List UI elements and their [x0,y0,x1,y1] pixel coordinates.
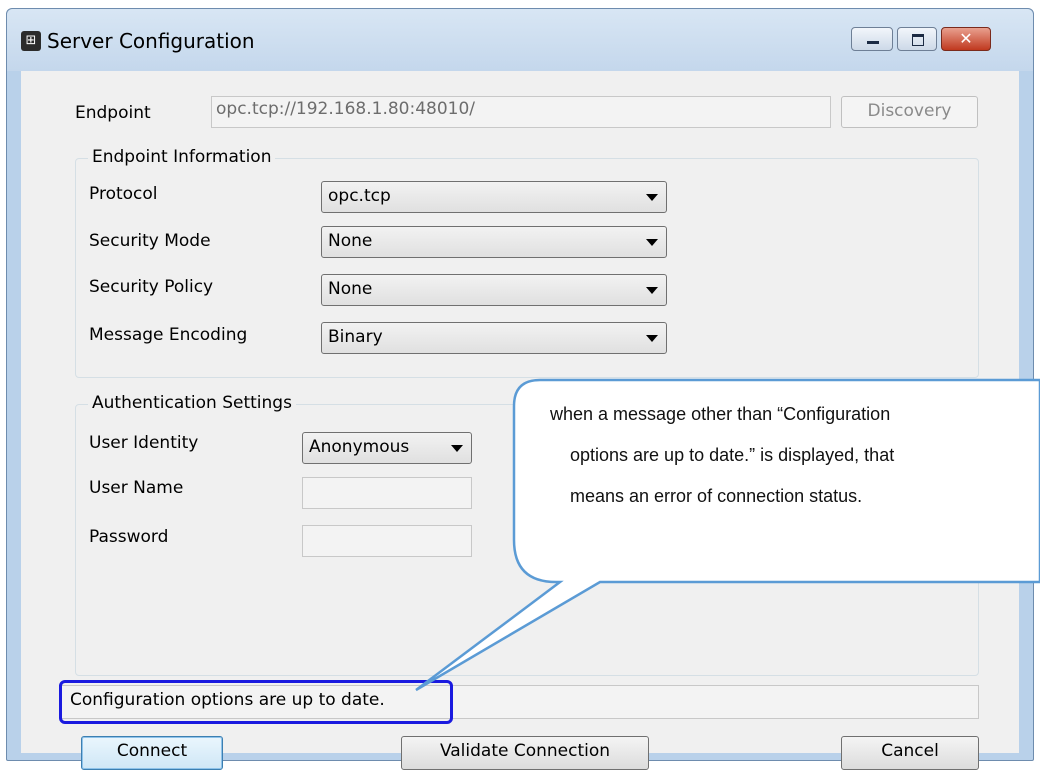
callout-line-1: when a message other than “Configuration [550,404,891,424]
callout-bubble [415,378,1040,692]
callout-line-3: means an error of connection status. [570,486,863,506]
callout-line-2: options are up to date.” is displayed, t… [570,445,895,465]
